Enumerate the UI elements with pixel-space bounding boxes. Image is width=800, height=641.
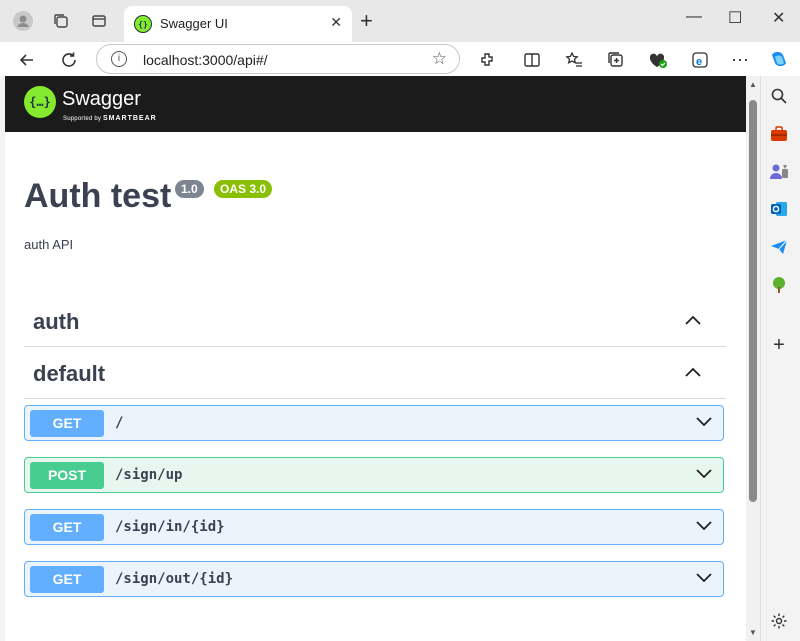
profile-icon[interactable] <box>12 10 34 32</box>
tag-auth[interactable]: auth <box>24 300 726 347</box>
site-info-icon[interactable]: i <box>111 51 127 67</box>
minimize-button[interactable]: — <box>686 8 702 26</box>
api-description: auth API <box>24 237 74 252</box>
operation-path: /sign/up <box>115 467 183 483</box>
scroll-down-icon[interactable]: ▼ <box>749 628 757 637</box>
url-text[interactable]: localhost:3000/api#/ <box>143 52 268 68</box>
chevron-up-icon[interactable] <box>684 314 702 326</box>
url-input[interactable]: i localhost:3000/api#/ ☆ <box>96 44 460 74</box>
operation-post-sign-up[interactable]: POST /sign/up <box>24 457 724 493</box>
extensions-icon[interactable] <box>476 49 498 71</box>
method-badge: GET <box>30 566 104 593</box>
operation-path: /sign/out/{id} <box>115 571 234 587</box>
browser-essentials-icon[interactable] <box>647 49 669 71</box>
refresh-icon[interactable] <box>58 49 80 71</box>
tab-title: Swagger UI <box>160 16 228 31</box>
games-icon[interactable] <box>768 160 790 182</box>
tab-swagger-ui[interactable]: {} Swagger UI ✕ <box>124 6 352 42</box>
favorite-star-icon[interactable]: ☆ <box>432 49 447 69</box>
page-scrollbar[interactable]: ▲ ▼ <box>746 76 760 641</box>
version-badge: 1.0 <box>175 180 204 198</box>
close-tab-icon[interactable]: ✕ <box>330 14 342 31</box>
logo-sub-prefix: Supported by <box>63 116 102 122</box>
swagger-topbar: {…} Swagger Supported by SMARTBEAR <box>5 76 746 132</box>
edge-drop-icon[interactable]: e <box>689 49 711 71</box>
tag-name: auth <box>33 309 80 334</box>
more-options-icon[interactable]: ⋯ <box>729 49 751 71</box>
chevron-down-icon[interactable] <box>695 416 713 428</box>
maximize-button[interactable]: ☐ <box>728 8 742 28</box>
operation-get-sign-in[interactable]: GET /sign/in/{id} <box>24 509 724 545</box>
tag-default[interactable]: default <box>24 352 726 399</box>
tag-name: default <box>33 361 106 386</box>
method-badge: GET <box>30 410 104 437</box>
add-sidebar-app-icon[interactable]: + <box>768 334 790 356</box>
send-icon[interactable] <box>768 236 790 258</box>
close-window-button[interactable]: ✕ <box>772 8 785 28</box>
api-title: Auth test <box>24 177 172 215</box>
operation-get-root[interactable]: GET / <box>24 405 724 441</box>
operation-path: /sign/in/{id} <box>115 519 225 535</box>
oas-badge: OAS 3.0 <box>214 180 273 198</box>
swagger-logo-text: Swagger <box>62 88 141 110</box>
split-screen-icon[interactable] <box>521 49 543 71</box>
favorites-icon[interactable] <box>563 49 585 71</box>
address-bar: i localhost:3000/api#/ ☆ e ⋯ <box>0 42 800 76</box>
swagger-page: {…} Swagger Supported by SMARTBEAR Auth … <box>5 76 746 641</box>
swagger-logo-icon[interactable]: {…} <box>24 86 56 118</box>
tab-actions-icon[interactable] <box>88 10 110 32</box>
workspaces-icon[interactable] <box>50 10 72 32</box>
new-tab-button[interactable]: + <box>360 10 373 32</box>
tools-icon[interactable] <box>768 123 790 145</box>
copilot-icon[interactable] <box>768 49 790 71</box>
collections-icon[interactable] <box>605 49 627 71</box>
swagger-favicon-icon: {} <box>134 15 152 33</box>
chevron-up-icon[interactable] <box>684 366 702 378</box>
scroll-thumb[interactable] <box>749 100 757 502</box>
method-badge: POST <box>30 462 104 489</box>
settings-gear-icon[interactable] <box>768 610 790 632</box>
method-badge: GET <box>30 514 104 541</box>
svg-text:e: e <box>696 56 702 68</box>
logo-sub-brand: SMARTBEAR <box>102 115 157 122</box>
search-icon[interactable] <box>768 85 790 107</box>
operation-path: / <box>115 415 124 431</box>
outlook-icon[interactable] <box>768 198 790 220</box>
scroll-up-icon[interactable]: ▲ <box>749 80 757 89</box>
operation-get-sign-out[interactable]: GET /sign/out/{id} <box>24 561 724 597</box>
tab-bar: {} Swagger UI ✕ + — ☐ ✕ <box>0 0 800 42</box>
back-icon[interactable] <box>16 49 38 71</box>
chevron-down-icon[interactable] <box>695 572 713 584</box>
swagger-logo-subtitle: Supported by SMARTBEAR <box>63 115 157 122</box>
chevron-down-icon[interactable] <box>695 520 713 532</box>
tree-icon[interactable] <box>768 274 790 296</box>
chevron-down-icon[interactable] <box>695 468 713 480</box>
